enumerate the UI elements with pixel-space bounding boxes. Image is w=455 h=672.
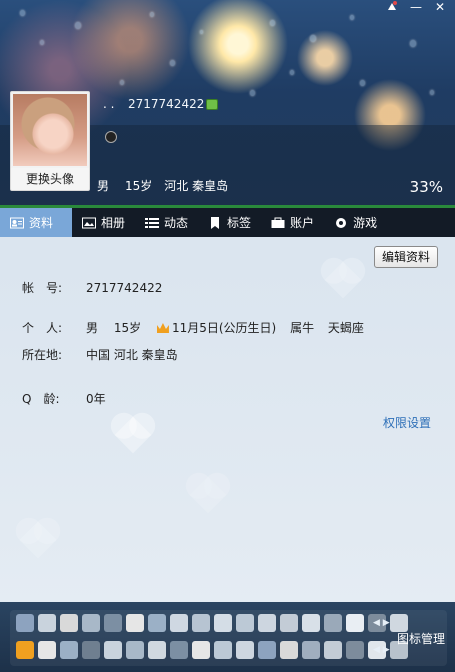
- icon-management-button[interactable]: 图标管理: [397, 630, 445, 647]
- permission-settings-link[interactable]: 权限设置: [383, 414, 431, 431]
- status-badge-icon[interactable]: [236, 614, 254, 632]
- gender-text: 男: [97, 179, 110, 193]
- icon-row-1: [16, 614, 408, 632]
- heart-decoration: [19, 521, 57, 559]
- level-icon: [105, 131, 117, 143]
- avatar-photo: [13, 94, 87, 166]
- profile-card-icon: [10, 217, 24, 229]
- heart-decoration: [324, 261, 362, 299]
- status-badge-icon[interactable]: [236, 641, 254, 659]
- tab-tags[interactable]: 标签: [198, 208, 261, 237]
- status-badge-icon[interactable]: [126, 614, 144, 632]
- location-text: 河北 秦皇岛: [164, 179, 229, 193]
- tab-feed-label: 动态: [164, 216, 189, 230]
- online-status-icon: [206, 99, 218, 110]
- status-badge-icon[interactable]: [38, 641, 56, 659]
- icon-bar: [0, 602, 455, 672]
- avatar[interactable]: 更换头像: [10, 91, 90, 191]
- zodiac: 属牛: [290, 321, 315, 335]
- status-badge-icon[interactable]: [82, 641, 100, 659]
- age-text: 15岁: [125, 179, 153, 193]
- status-badge-icon[interactable]: [324, 641, 342, 659]
- status-badge-icon[interactable]: [192, 641, 210, 659]
- status-badge-icon[interactable]: [302, 641, 320, 659]
- status-badge-icon[interactable]: [280, 641, 298, 659]
- edit-profile-button[interactable]: 编辑资料: [374, 246, 438, 268]
- wallet-icon: [271, 217, 285, 229]
- tab-bar: 资料 相册 动态 标签 账户 游戏: [0, 205, 455, 237]
- qage-label: Q 龄:: [22, 392, 60, 406]
- status-badge-icon[interactable]: [60, 614, 78, 632]
- tab-feed[interactable]: 动态: [135, 208, 198, 237]
- tab-account-label: 账户: [290, 216, 315, 230]
- tab-games-label: 游戏: [353, 216, 378, 230]
- change-avatar-button[interactable]: 更换头像: [11, 168, 89, 190]
- personal-label: 个 人:: [22, 321, 63, 335]
- status-badge-icon[interactable]: [16, 614, 34, 632]
- status-badge-icon[interactable]: [148, 614, 166, 632]
- account-label: 帐 号:: [22, 281, 63, 295]
- personal-gender: 男: [86, 321, 99, 335]
- status-badge-icon[interactable]: [126, 641, 144, 659]
- heart-decoration: [189, 476, 227, 514]
- status-badge-icon[interactable]: [258, 614, 276, 632]
- close-button[interactable]: ✕: [429, 0, 451, 16]
- status-badge-icon[interactable]: [38, 614, 56, 632]
- status-badge-icon[interactable]: [82, 614, 100, 632]
- status-badge-icon[interactable]: [214, 641, 232, 659]
- status-badge-icon[interactable]: [148, 641, 166, 659]
- tab-album[interactable]: 相册: [72, 208, 135, 237]
- profile-header-background: — ✕ 更换头像 . . 2717742422 男 15岁 河北 秦皇岛 33%: [0, 0, 455, 205]
- profile-summary: 男 15岁 河北 秦皇岛: [97, 177, 228, 194]
- photo-icon: [82, 217, 96, 229]
- nickname: . .: [103, 97, 115, 111]
- account-row: 帐 号: 2717742422: [22, 279, 162, 296]
- icon-row-2-arrows[interactable]: ◀ ▶: [373, 645, 390, 655]
- profile-completion-percent: 33%: [409, 178, 443, 196]
- personal-row: 个 人: 男 15岁 11月5日(公历生日) 属牛 天蝎座: [22, 319, 364, 336]
- tab-games[interactable]: 游戏: [324, 208, 387, 237]
- status-badge-icon[interactable]: [302, 614, 320, 632]
- crown-icon: [156, 323, 169, 333]
- location-label: 所在地:: [22, 348, 63, 362]
- constellation: 天蝎座: [327, 321, 364, 335]
- tab-account[interactable]: 账户: [261, 208, 324, 237]
- status-badge-icon[interactable]: [104, 641, 122, 659]
- minimize-button[interactable]: —: [405, 0, 427, 16]
- status-badge-icon[interactable]: [258, 641, 276, 659]
- tab-tags-label: 标签: [227, 216, 252, 230]
- status-badge-icon[interactable]: [280, 614, 298, 632]
- status-badge-icon[interactable]: [192, 614, 210, 632]
- qq-number: 2717742422: [128, 97, 205, 111]
- location-value: 中国 河北 秦皇岛: [86, 348, 178, 362]
- status-badge-icon[interactable]: [346, 614, 364, 632]
- status-badge-icon[interactable]: [214, 614, 232, 632]
- tab-profile-label: 资料: [29, 216, 54, 230]
- birthday-text: 11月5日(公历生日): [171, 321, 277, 335]
- heart-decoration: [114, 416, 152, 454]
- status-badge-icon[interactable]: [170, 614, 188, 632]
- status-badge-icon[interactable]: [170, 641, 188, 659]
- status-badge-icon[interactable]: [324, 614, 342, 632]
- birthday: 11月5日(公历生日): [156, 321, 277, 335]
- icon-row-1-arrows[interactable]: ◀ ▶: [373, 618, 390, 628]
- game-icon: [334, 217, 348, 229]
- tab-album-label: 相册: [101, 216, 126, 230]
- skin-icon[interactable]: [381, 0, 403, 16]
- icon-row-2: [16, 641, 408, 659]
- status-badge-icon[interactable]: [16, 641, 34, 659]
- tab-profile[interactable]: 资料: [0, 208, 72, 237]
- location-row: 所在地: 中国 河北 秦皇岛: [22, 346, 178, 363]
- qage-row: Q 龄: 0年: [22, 390, 106, 407]
- status-badge-icon[interactable]: [346, 641, 364, 659]
- window-controls: — ✕: [381, 0, 451, 16]
- profile-window: — ✕ 更换头像 . . 2717742422 男 15岁 河北 秦皇岛 33%…: [0, 0, 455, 672]
- status-badge-icon[interactable]: [60, 641, 78, 659]
- status-badge-icon[interactable]: [104, 614, 122, 632]
- bookmark-icon: [208, 216, 222, 229]
- feed-list-icon: [145, 217, 160, 229]
- account-value: 2717742422: [86, 281, 163, 295]
- personal-age: 15岁: [113, 321, 142, 335]
- qage-value: 0年: [86, 392, 106, 406]
